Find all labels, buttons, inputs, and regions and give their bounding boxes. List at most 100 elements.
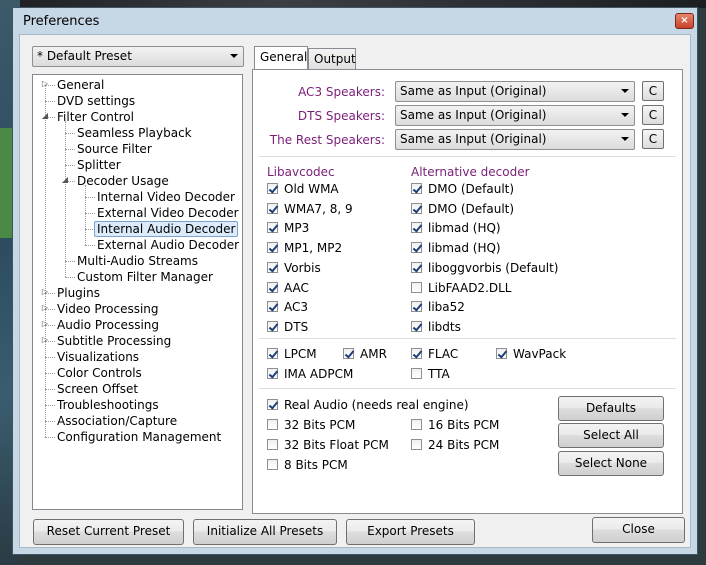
tree-item[interactable]: Color Controls bbox=[57, 365, 142, 381]
tree-item[interactable]: Troubleshootings bbox=[57, 397, 159, 413]
extra-codec-checkbox[interactable]: TTA bbox=[411, 366, 450, 382]
initialize-all-presets-button[interactable]: Initialize All Presets bbox=[193, 519, 337, 545]
select-none-button[interactable]: Select None bbox=[558, 451, 664, 476]
checkbox-box[interactable] bbox=[411, 368, 422, 379]
tab-general[interactable]: General bbox=[254, 46, 308, 69]
tree-item[interactable]: Association/Capture bbox=[57, 413, 177, 429]
pcm-format-checkbox[interactable]: 8 Bits PCM bbox=[267, 457, 348, 473]
tab-output[interactable]: Output bbox=[308, 48, 356, 69]
codec-checkbox[interactable]: MP3 bbox=[267, 220, 309, 236]
tree-item[interactable]: Audio Processing bbox=[57, 317, 159, 333]
checkbox-box[interactable] bbox=[411, 202, 422, 214]
checkbox-box[interactable] bbox=[267, 242, 278, 254]
codec-checkbox[interactable]: AC3 bbox=[267, 299, 308, 315]
tree-item[interactable]: External Video Decoder bbox=[97, 205, 239, 221]
checkbox-box[interactable] bbox=[411, 348, 422, 359]
checkbox-box[interactable] bbox=[411, 439, 422, 450]
close-button[interactable]: Close bbox=[592, 517, 685, 543]
tree-item[interactable]: Plugins bbox=[57, 285, 100, 301]
ac3-speakers-config-button[interactable]: C bbox=[642, 81, 664, 101]
tree-item[interactable]: Source Filter bbox=[77, 141, 152, 157]
select-all-button[interactable]: Select All bbox=[558, 423, 664, 448]
checkbox-box[interactable] bbox=[411, 261, 422, 273]
checkbox-box[interactable] bbox=[267, 419, 278, 430]
alt-decoder-checkbox[interactable]: LibFAAD2.DLL bbox=[411, 280, 512, 296]
tree-item[interactable]: Screen Offset bbox=[57, 381, 138, 397]
pcm-format-checkbox[interactable]: 24 Bits PCM bbox=[411, 437, 499, 453]
collapsed-triangle-icon[interactable]: ▷ bbox=[41, 319, 49, 328]
tree-item[interactable]: Visualizations bbox=[57, 349, 139, 365]
real-audio-checkbox[interactable]: Real Audio (needs real engine) bbox=[267, 397, 469, 413]
alt-decoder-checkbox[interactable]: libdts bbox=[411, 319, 461, 335]
checkbox-box[interactable] bbox=[267, 439, 278, 450]
tree-item[interactable]: Internal Audio Decoder bbox=[94, 221, 239, 237]
checkbox-box[interactable] bbox=[411, 301, 422, 313]
expanded-triangle-icon[interactable]: ◢ bbox=[41, 111, 49, 120]
checkbox-box[interactable] bbox=[267, 368, 278, 379]
checkbox-box[interactable] bbox=[267, 320, 278, 332]
extra-codec-checkbox[interactable]: WavPack bbox=[496, 346, 566, 362]
tree-item[interactable]: Internal Video Decoder bbox=[97, 189, 235, 205]
checkbox-box[interactable] bbox=[267, 399, 278, 410]
checkbox-box[interactable] bbox=[267, 261, 278, 273]
codec-checkbox[interactable]: Old WMA bbox=[267, 181, 339, 197]
tree-item[interactable]: General bbox=[57, 77, 104, 93]
codec-checkbox[interactable]: DTS bbox=[267, 319, 308, 335]
checkbox-box[interactable] bbox=[267, 301, 278, 313]
checkbox-box[interactable] bbox=[411, 419, 422, 430]
pcm-format-checkbox[interactable]: 32 Bits PCM bbox=[267, 417, 355, 433]
codec-checkbox[interactable]: AAC bbox=[267, 280, 309, 296]
checkbox-box[interactable] bbox=[267, 348, 278, 359]
tree-item[interactable]: Filter Control bbox=[57, 109, 134, 125]
extra-codec-checkbox[interactable]: LPCM bbox=[267, 346, 317, 362]
tree-item[interactable]: Subtitle Processing bbox=[57, 333, 171, 349]
collapsed-triangle-icon[interactable]: ▷ bbox=[41, 303, 49, 312]
checkbox-box[interactable] bbox=[411, 281, 422, 293]
tree-item[interactable]: External Audio Decoder bbox=[97, 237, 239, 253]
codec-checkbox[interactable]: MP1, MP2 bbox=[267, 240, 342, 256]
tree-item[interactable]: Custom Filter Manager bbox=[77, 269, 213, 285]
checkbox-box[interactable] bbox=[411, 183, 422, 194]
alt-decoder-checkbox[interactable]: liboggvorbis (Default) bbox=[411, 260, 558, 276]
dts-speakers-config-button[interactable]: C bbox=[642, 105, 664, 125]
checkbox-box[interactable] bbox=[411, 320, 422, 332]
reset-current-preset-button[interactable]: Reset Current Preset bbox=[33, 519, 184, 545]
settings-tree[interactable]: General ▷ DVD settings Filter Control ◢ Seaml… bbox=[32, 74, 243, 510]
pcm-format-checkbox[interactable]: 32 Bits Float PCM bbox=[267, 437, 389, 453]
codec-checkbox[interactable]: Vorbis bbox=[267, 260, 321, 276]
tree-item[interactable]: Video Processing bbox=[57, 301, 159, 317]
pcm-format-checkbox[interactable]: 16 Bits PCM bbox=[411, 417, 499, 433]
export-presets-button[interactable]: Export Presets bbox=[346, 519, 475, 545]
tree-item[interactable]: Splitter bbox=[77, 157, 121, 173]
checkbox-box[interactable] bbox=[267, 459, 278, 470]
checkbox-box[interactable] bbox=[267, 183, 278, 194]
preset-select[interactable]: * Default Preset bbox=[32, 46, 244, 67]
codec-checkbox[interactable]: WMA7, 8, 9 bbox=[267, 201, 353, 217]
tree-item[interactable]: Seamless Playback bbox=[77, 125, 192, 141]
checkbox-box[interactable] bbox=[267, 202, 278, 214]
close-icon[interactable]: × bbox=[675, 13, 694, 29]
checkbox-box[interactable] bbox=[496, 348, 507, 359]
checkbox-box[interactable] bbox=[411, 222, 422, 234]
checkbox-box[interactable] bbox=[411, 242, 422, 254]
alt-decoder-checkbox[interactable]: liba52 bbox=[411, 299, 465, 315]
collapsed-triangle-icon[interactable]: ▷ bbox=[41, 287, 49, 296]
tree-item[interactable]: DVD settings bbox=[57, 93, 135, 109]
checkbox-box[interactable] bbox=[267, 222, 278, 234]
tree-item[interactable]: Decoder Usage bbox=[77, 173, 169, 189]
alt-decoder-checkbox[interactable]: DMO (Default) bbox=[411, 201, 514, 217]
ac3-speakers-select[interactable]: Same as Input (Original) bbox=[395, 81, 635, 102]
extra-codec-checkbox[interactable]: IMA ADPCM bbox=[267, 366, 353, 382]
expanded-triangle-icon[interactable]: ◢ bbox=[61, 175, 69, 184]
collapsed-triangle-icon[interactable]: ▷ bbox=[41, 79, 49, 88]
defaults-button[interactable]: Defaults bbox=[558, 396, 664, 421]
checkbox-box[interactable] bbox=[267, 281, 278, 293]
alt-decoder-checkbox[interactable]: libmad (HQ) bbox=[411, 240, 501, 256]
alt-decoder-checkbox[interactable]: libmad (HQ) bbox=[411, 220, 501, 236]
collapsed-triangle-icon[interactable]: ▷ bbox=[41, 335, 49, 344]
dts-speakers-select[interactable]: Same as Input (Original) bbox=[395, 105, 635, 126]
extra-codec-checkbox[interactable]: FLAC bbox=[411, 346, 458, 362]
checkbox-box[interactable] bbox=[343, 348, 354, 359]
rest-speakers-config-button[interactable]: C bbox=[642, 129, 664, 149]
alt-decoder-checkbox[interactable]: DMO (Default) bbox=[411, 181, 514, 197]
